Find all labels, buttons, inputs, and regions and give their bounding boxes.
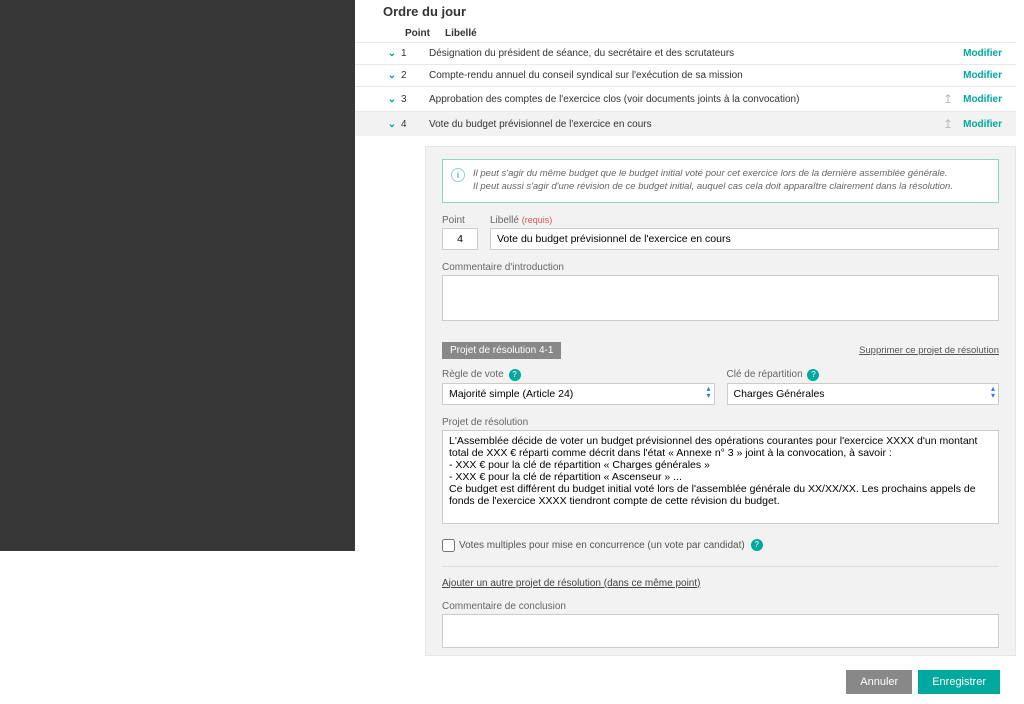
libelle-input[interactable]	[490, 228, 999, 250]
main-content: Ordre du jour Point Libellé ⌄1Désignatio…	[355, 0, 1024, 704]
chevron-down-icon[interactable]: ⌄	[383, 70, 401, 81]
resolution-badge: Projet de résolution 4-1	[442, 342, 561, 359]
info-text-2: Il peut aussi s'agir d'une révision de c…	[473, 181, 953, 192]
agenda-row: ⌄3Approbation des comptes de l'exercice …	[355, 86, 1016, 111]
point-label: Vote du budget prévisionnel de l'exercic…	[423, 119, 943, 130]
point-number: 3	[401, 94, 423, 105]
chevron-down-icon[interactable]: ⌄	[383, 94, 401, 105]
editor-panel: i Il peut s'agir du même budget que le b…	[425, 146, 1016, 656]
add-resolution-link[interactable]: Ajouter un autre projet de résolution (d…	[442, 578, 700, 589]
cle-repartition-label: Clé de répartition ?	[727, 369, 1000, 381]
projet-label: Projet de résolution	[442, 417, 999, 428]
agenda-row: ⌄1Désignation du président de séance, du…	[355, 42, 1016, 64]
projet-textarea[interactable]	[442, 430, 999, 524]
point-label: Approbation des comptes de l'exercice cl…	[423, 94, 943, 105]
move-up-icon[interactable]: ↥	[943, 117, 953, 131]
info-box: i Il peut s'agir du même budget que le b…	[442, 159, 999, 203]
conclusion-textarea[interactable]	[442, 614, 999, 648]
divider	[442, 566, 999, 567]
agenda-header: Point Libellé	[355, 25, 1016, 42]
page-title: Ordre du jour	[355, 0, 1016, 25]
cancel-button[interactable]: Annuler	[846, 670, 912, 694]
agenda-row: ⌄2Compte-rendu annuel du conseil syndica…	[355, 64, 1016, 86]
delete-resolution-link[interactable]: Supprimer ce projet de résolution	[859, 345, 999, 356]
cle-repartition-select[interactable]	[727, 383, 1000, 405]
header-point: Point	[405, 28, 445, 39]
footer-buttons: Annuler Enregistrer	[425, 670, 1016, 704]
libelle-label: Libellé (requis)	[490, 215, 999, 226]
intro-textarea[interactable]	[442, 275, 999, 321]
info-text-1: Il peut s'agir du même budget que le bud…	[473, 168, 947, 179]
help-icon[interactable]: ?	[509, 369, 521, 381]
point-label: Point	[442, 215, 478, 226]
point-number: 4	[401, 119, 423, 130]
help-icon[interactable]: ?	[751, 539, 763, 551]
point-label: Compte-rendu annuel du conseil syndical …	[423, 70, 963, 81]
intro-label: Commentaire d'introduction	[442, 262, 999, 273]
chevron-down-icon[interactable]: ⌄	[383, 48, 401, 59]
point-number: 2	[401, 70, 423, 81]
point-label: Désignation du président de séance, du s…	[423, 48, 963, 59]
move-up-icon[interactable]: ↥	[943, 92, 953, 106]
conclusion-label: Commentaire de conclusion	[442, 601, 999, 612]
regle-vote-select[interactable]	[442, 383, 715, 405]
modifier-link[interactable]: Modifier	[963, 119, 1002, 130]
votes-multiples-label: Votes multiples pour mise en concurrence…	[459, 540, 745, 551]
sidebar	[0, 0, 355, 551]
modifier-link[interactable]: Modifier	[963, 70, 1002, 81]
help-icon[interactable]: ?	[807, 369, 819, 381]
regle-vote-label: Règle de vote ?	[442, 369, 715, 381]
point-number: 1	[401, 48, 423, 59]
info-icon: i	[451, 168, 465, 182]
modifier-link[interactable]: Modifier	[963, 48, 1002, 59]
header-libelle: Libellé	[445, 28, 477, 39]
agenda-row: ⌄4Vote du budget prévisionnel de l'exerc…	[355, 111, 1016, 136]
chevron-down-icon[interactable]: ⌄	[383, 119, 401, 130]
point-input[interactable]	[442, 228, 478, 250]
votes-multiples-checkbox[interactable]	[442, 539, 455, 552]
save-button[interactable]: Enregistrer	[918, 670, 1000, 694]
modifier-link[interactable]: Modifier	[963, 94, 1002, 105]
